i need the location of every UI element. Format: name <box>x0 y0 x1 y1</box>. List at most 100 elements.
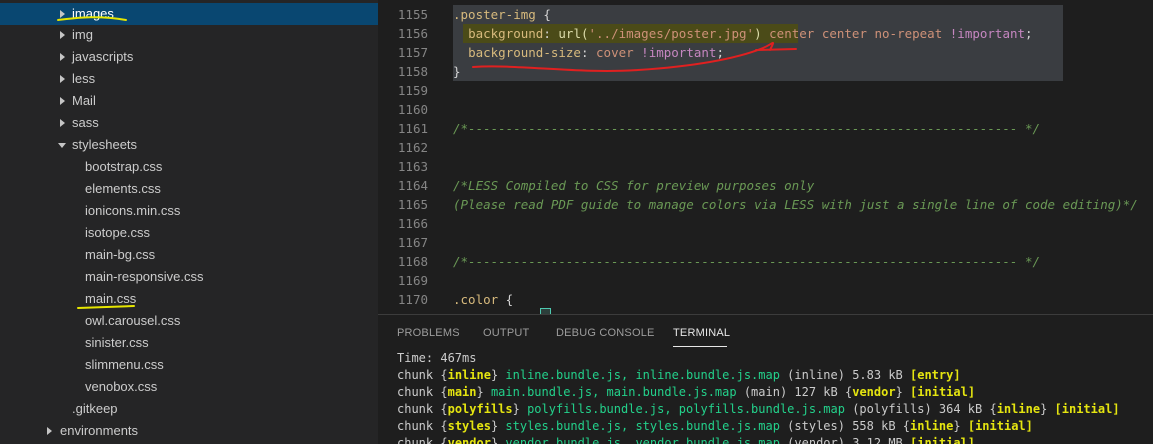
tree-item-stylesheets[interactable]: stylesheets <box>0 134 378 156</box>
code-line: 1166 <box>378 214 1153 233</box>
terminal-line: chunk {inline} inline.bundle.js, inline.… <box>397 367 961 384</box>
line-number: 1166 <box>397 216 428 231</box>
tree-item-label: .gitkeep <box>72 401 118 416</box>
terminal-token: polyfills.bundle.js, polyfills.bundle.js… <box>519 402 845 416</box>
explorer-sidebar: images img javascripts less Mail sass st… <box>0 0 378 444</box>
tree-item-file[interactable]: owl.carousel.css <box>0 310 378 332</box>
terminal-token: inline <box>996 402 1041 416</box>
terminal-token: [initial] <box>910 385 976 399</box>
code-text: .color { <box>453 290 513 309</box>
annotation-red-underline <box>472 42 797 72</box>
tree-item-sass[interactable]: sass <box>0 112 378 134</box>
tab-debug-console[interactable]: DEBUG CONSOLE <box>556 327 655 339</box>
terminal-line: Time: 467ms <box>397 350 476 367</box>
code-text: .poster-img { <box>453 5 551 24</box>
tree-item-label: owl.carousel.css <box>85 313 181 328</box>
code-line: 1161 /*----------------------------------… <box>378 119 1153 138</box>
tree-item-file[interactable]: sinister.css <box>0 332 378 354</box>
tree-item-label: sinister.css <box>85 335 149 350</box>
tab-problems[interactable]: PROBLEMS <box>397 327 460 339</box>
terminal-token: [entry] <box>910 368 961 382</box>
tree-item-javascripts[interactable]: javascripts <box>0 46 378 68</box>
tree-item-file[interactable]: main-bg.css <box>0 244 378 266</box>
chevron-right-icon[interactable] <box>44 420 54 442</box>
terminal-token: chunk <box>397 368 441 382</box>
line-number: 1167 <box>397 235 428 250</box>
terminal-token: vendor <box>447 436 491 444</box>
tree-item-label: stylesheets <box>72 137 138 152</box>
tree-item-main-css[interactable]: main.css <box>0 288 378 310</box>
tree-item-label: bootstrap.css <box>85 159 163 174</box>
tab-output[interactable]: OUTPUT <box>483 327 529 339</box>
code-line: 1164 /*LESS Compiled to CSS for preview p… <box>378 176 1153 195</box>
tree-item-label: less <box>72 71 96 86</box>
tree-item-file[interactable]: bootstrap.css <box>0 156 378 178</box>
tree-item-less[interactable]: less <box>0 68 378 90</box>
terminal-token: inline <box>447 368 491 382</box>
line-number: 1165 <box>397 197 428 212</box>
code-line: 1170 .color { <box>378 290 1153 309</box>
line-number: 1169 <box>397 273 428 288</box>
code-token: { <box>535 7 551 22</box>
chevron-right-icon[interactable] <box>57 68 67 90</box>
code-token: !important <box>949 26 1026 41</box>
chevron-right-icon[interactable] <box>57 46 67 68</box>
line-number: 1170 <box>397 292 428 307</box>
code-token: .poster-img <box>453 7 536 22</box>
terminal-token: (polyfills) 364 kB <box>844 402 990 416</box>
tree-item-environments[interactable]: environments <box>0 420 378 442</box>
code-token: /*--------------------------------------… <box>453 254 1040 269</box>
code-text: (Please read PDF guide to manage colors … <box>453 195 1138 214</box>
terminal-token: main <box>447 385 477 399</box>
line-number: 1161 <box>397 121 428 136</box>
tree-item-label: img <box>72 27 93 42</box>
code-token: .color <box>453 292 499 307</box>
tree-item-label: Mail <box>72 93 96 108</box>
terminal-token: (main) 127 kB <box>736 385 845 399</box>
tree-item-mail[interactable]: Mail <box>0 90 378 112</box>
code-token: /*LESS Compiled to CSS for preview purpo… <box>453 178 815 193</box>
terminal-token: styles.bundle.js, styles.bundle.js.map <box>498 419 780 433</box>
line-number: 1160 <box>397 102 428 117</box>
tab-terminal[interactable]: TERMINAL <box>673 327 730 339</box>
tree-item-label: elements.css <box>85 181 161 196</box>
code-token: { <box>498 292 514 307</box>
terminal-token: chunk <box>397 385 441 399</box>
tree-item-file[interactable]: venobox.css <box>0 376 378 398</box>
code-text: /*--------------------------------------… <box>453 252 1040 271</box>
chevron-right-icon[interactable] <box>57 112 67 134</box>
terminal-token: main.bundle.js, main.bundle.js.map <box>483 385 737 399</box>
code-line: 1168 /*----------------------------------… <box>378 252 1153 271</box>
terminal-token: chunk <box>397 419 441 433</box>
chevron-right-icon[interactable] <box>57 90 67 112</box>
line-number: 1162 <box>397 140 428 155</box>
tree-item-gitkeep[interactable]: .gitkeep <box>0 398 378 420</box>
terminal-token: Time: 467ms <box>397 351 477 365</box>
terminal-token: polyfills <box>447 402 513 416</box>
terminal-token: [initial] <box>1054 402 1120 416</box>
tree-item-label: venobox.css <box>85 379 158 394</box>
terminal-token: inline.bundle.js, inline.bundle.js.map <box>498 368 780 382</box>
terminal-token: vendor <box>852 385 896 399</box>
tree-item-img[interactable]: img <box>0 24 378 46</box>
tree-item-label: sass <box>72 115 99 130</box>
line-number: 1163 <box>397 159 428 174</box>
tree-item-file[interactable]: slimmenu.css <box>0 354 378 376</box>
tree-item-file[interactable]: elements.css <box>0 178 378 200</box>
code-line: 1159 <box>378 81 1153 100</box>
terminal-token: } <box>512 402 520 416</box>
terminal-token: (inline) 5.83 kB <box>779 368 910 382</box>
annotation-underline-main-css <box>77 305 135 309</box>
tree-item-file[interactable]: isotope.css <box>0 222 378 244</box>
terminal-token: } <box>476 385 484 399</box>
terminal-token: styles <box>447 419 491 433</box>
code-text: /*--------------------------------------… <box>453 119 1040 138</box>
terminal-token: { <box>440 419 448 433</box>
code-line: 1167 <box>378 233 1153 252</box>
tree-item-file[interactable]: ionicons.min.css <box>0 200 378 222</box>
tree-item-file[interactable]: main-responsive.css <box>0 266 378 288</box>
chevron-down-icon[interactable] <box>57 134 67 156</box>
chevron-right-icon[interactable] <box>57 24 67 46</box>
